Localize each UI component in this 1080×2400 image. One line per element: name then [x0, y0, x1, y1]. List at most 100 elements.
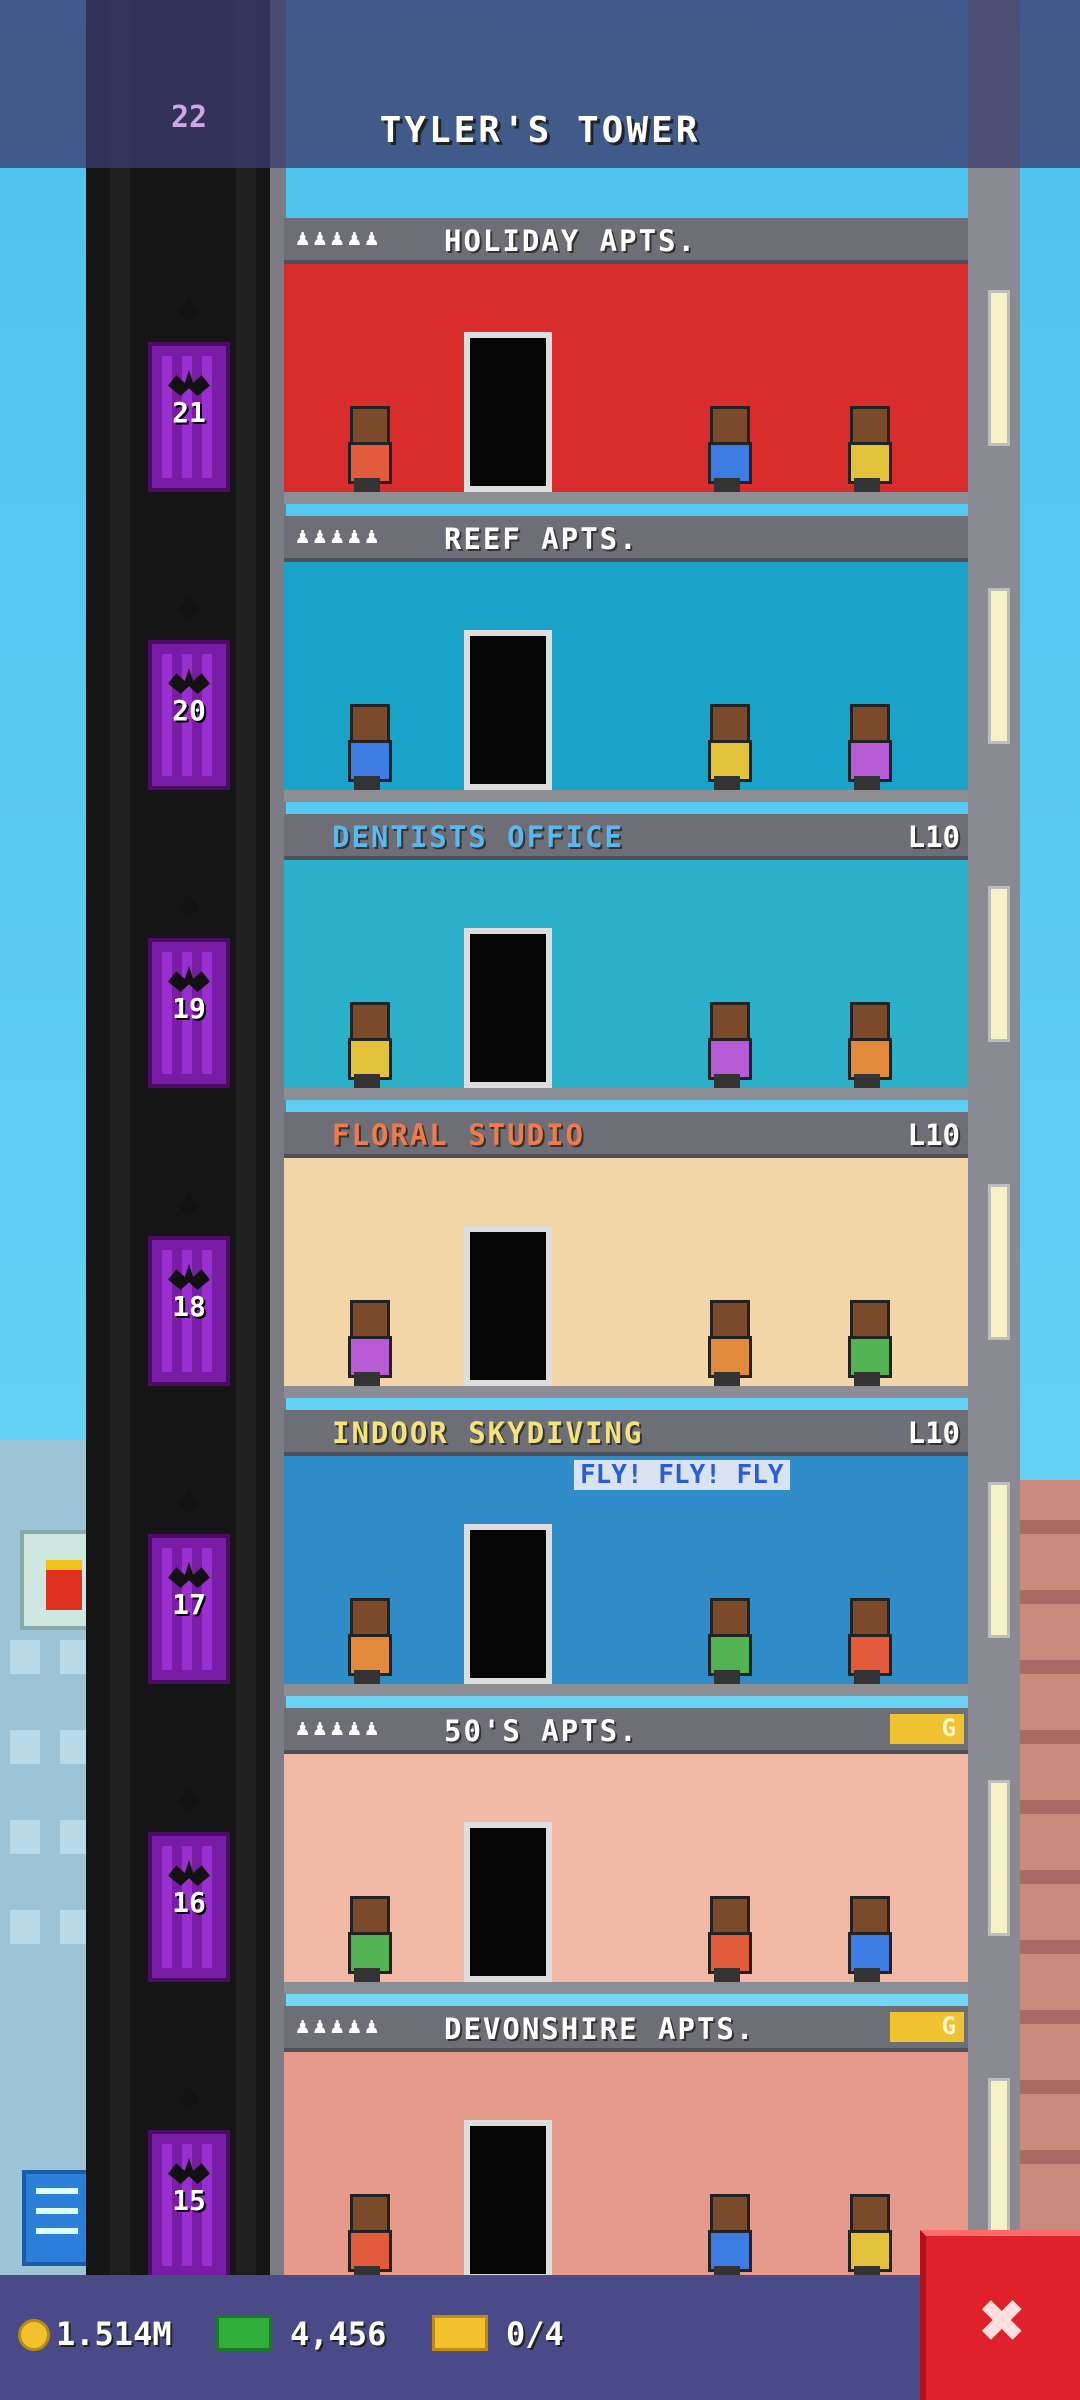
floor-label-bar: ♟♟♟♟♟ REEF APTS.	[284, 516, 968, 562]
close-icon: ✖	[979, 2276, 1027, 2366]
residents-icon: ♟♟♟♟♟	[296, 524, 383, 549]
elevator-car[interactable]: 18	[148, 1236, 230, 1386]
room-interior[interactable]	[284, 264, 968, 504]
elevator-floor-number: 19	[172, 992, 206, 1025]
elevator-car[interactable]: 15	[148, 2130, 230, 2280]
room-interior[interactable]	[284, 860, 968, 1100]
room-floorboard	[284, 1684, 968, 1696]
floor-20[interactable]: ♟♟♟♟♟ REEF APTS.	[284, 516, 968, 814]
floor-name: INDOOR SKYDIVING	[332, 1416, 644, 1450]
room-interior[interactable]	[284, 1754, 968, 1994]
bux-count: 4,456	[290, 2315, 387, 2353]
bitizen-character[interactable]	[704, 1598, 752, 1684]
cash-icon	[216, 2315, 272, 2351]
fly-banner: FLY! FLY! FLY	[574, 1460, 790, 1490]
bitizen-character[interactable]	[344, 406, 392, 492]
elevator-car[interactable]: 19	[148, 938, 230, 1088]
room-floorboard	[284, 492, 968, 504]
bottom-stats-bar: 1.514M 4,456 0/4	[0, 2275, 1080, 2400]
floor-label-bar: ♟♟♟♟♟ HOLIDAY APTS.	[284, 218, 968, 264]
room-door	[464, 1524, 552, 1684]
fries-icon	[46, 1560, 82, 1610]
bitizen-character[interactable]	[704, 406, 752, 492]
floor-label-bar: INDOOR SKYDIVING L10	[284, 1410, 968, 1456]
background-building-right	[1010, 1480, 1080, 2340]
floor-label-bar: ♟♟♟♟♟ 50'S APTS. G	[284, 1708, 968, 1754]
coins-count: 1.514M	[56, 2315, 172, 2353]
bitizen-character[interactable]	[844, 1896, 892, 1982]
bitizen-character[interactable]	[344, 1896, 392, 1982]
floor-18[interactable]: FLORAL STUDIO L10	[284, 1112, 968, 1410]
top-bar: 22 TYLER'S TOWER	[0, 0, 1080, 168]
ticket-icon	[432, 2315, 488, 2351]
bitizen-character[interactable]	[844, 1598, 892, 1684]
elevator-car[interactable]: 21	[148, 342, 230, 492]
elevator-floor-number: 21	[172, 396, 206, 429]
elevator-floor-number: 20	[172, 694, 206, 727]
room-interior[interactable]: FLY! FLY! FLY	[284, 1456, 968, 1696]
floor-name: REEF APTS.	[444, 522, 639, 556]
gold-badge: G	[890, 2012, 964, 2042]
bitizen-character[interactable]	[704, 1002, 752, 1088]
residents-icon: ♟♟♟♟♟	[296, 226, 383, 251]
bitizen-character[interactable]	[844, 406, 892, 492]
bitizen-character[interactable]	[844, 1002, 892, 1088]
elevator-car[interactable]: 16	[148, 1832, 230, 1982]
bitizen-character[interactable]	[844, 704, 892, 790]
level-badge: L10	[907, 1118, 960, 1152]
tickets-count: 0/4	[506, 2315, 564, 2353]
bitizen-character[interactable]	[704, 2194, 752, 2280]
room-floorboard	[284, 1088, 968, 1100]
room-floorboard	[284, 1386, 968, 1398]
room-door	[464, 630, 552, 790]
room-door	[464, 1226, 552, 1386]
gold-badge: G	[890, 1714, 964, 1744]
bitizen-character[interactable]	[704, 704, 752, 790]
floor-name: FLORAL STUDIO	[332, 1118, 585, 1152]
elevator-floor-number: 18	[172, 1290, 206, 1323]
residents-icon: ♟♟♟♟♟	[296, 1716, 383, 1741]
bitizen-character[interactable]	[344, 1002, 392, 1088]
floor-label-bar: ♟♟♟♟♟ DEVONSHIRE APTS. G	[284, 2006, 968, 2052]
floor-16[interactable]: ♟♟♟♟♟ 50'S APTS. G	[284, 1708, 968, 2006]
floor-name: HOLIDAY APTS.	[444, 224, 697, 258]
floor-name: DEVONSHIRE APTS.	[444, 2012, 756, 2046]
room-door	[464, 1822, 552, 1982]
room-door	[464, 2120, 552, 2280]
elevator-floor-number: 15	[172, 2184, 206, 2217]
floor-21[interactable]: ♟♟♟♟♟ HOLIDAY APTS.	[284, 218, 968, 516]
elevator-car[interactable]: 20	[148, 640, 230, 790]
level-badge: L10	[907, 820, 960, 854]
close-button[interactable]: ✖	[920, 2230, 1080, 2400]
floor-17[interactable]: INDOOR SKYDIVING L10 FLY! FLY! FLY	[284, 1410, 968, 1708]
level-badge: L10	[907, 1416, 960, 1450]
tower-title[interactable]: TYLER'S TOWER	[0, 110, 1080, 151]
bitizen-character[interactable]	[704, 1300, 752, 1386]
elevator-car[interactable]: 17	[148, 1534, 230, 1684]
room-door	[464, 928, 552, 1088]
bitizen-character[interactable]	[844, 1300, 892, 1386]
bitizen-character[interactable]	[344, 704, 392, 790]
coin-icon	[18, 2319, 50, 2351]
blue-sign	[22, 2170, 92, 2266]
residents-icon: ♟♟♟♟♟	[296, 2014, 383, 2039]
bitizen-character[interactable]	[844, 2194, 892, 2280]
floor-15[interactable]: ♟♟♟♟♟ DEVONSHIRE APTS. G	[284, 2006, 968, 2304]
tower-wall-right	[968, 0, 1020, 2275]
bitizen-character[interactable]	[344, 2194, 392, 2280]
bitizen-character[interactable]	[344, 1300, 392, 1386]
floor-label-bar: FLORAL STUDIO L10	[284, 1112, 968, 1158]
room-interior[interactable]	[284, 562, 968, 802]
elevator-floor-number: 17	[172, 1588, 206, 1621]
floor-label-bar: DENTISTS OFFICE L10	[284, 814, 968, 860]
floor-name: DENTISTS OFFICE	[332, 820, 624, 854]
room-interior[interactable]	[284, 1158, 968, 1398]
bitizen-character[interactable]	[704, 1896, 752, 1982]
room-interior[interactable]	[284, 2052, 968, 2292]
floor-19[interactable]: DENTISTS OFFICE L10	[284, 814, 968, 1112]
room-door	[464, 332, 552, 492]
floor-name: 50'S APTS.	[444, 1714, 639, 1748]
bitizen-character[interactable]	[344, 1598, 392, 1684]
room-floorboard	[284, 1982, 968, 1994]
room-floorboard	[284, 790, 968, 802]
